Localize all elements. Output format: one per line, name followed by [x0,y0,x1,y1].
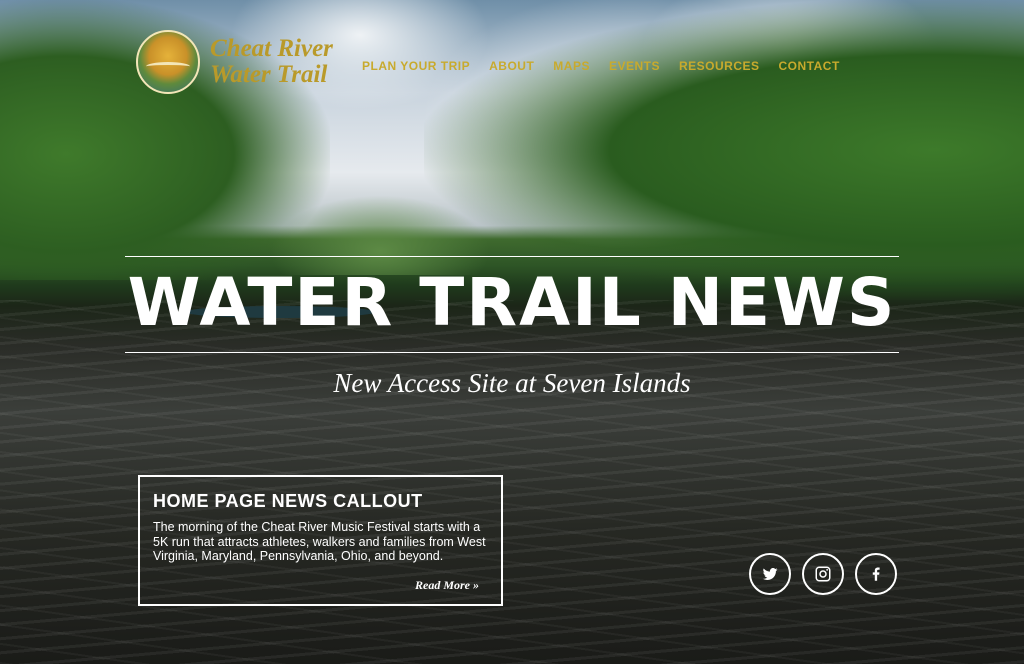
featured-news-link[interactable]: New Access Site at Seven Islands [120,368,904,399]
headline-top-rule [125,256,899,257]
site-logo[interactable]: Cheat River Water Trail [136,30,333,94]
callout-title: HOME PAGE NEWS CALLOUT [153,491,423,511]
tree-line-right [424,0,1024,300]
nav-item-maps[interactable]: MAPS [553,59,590,73]
logo-title-line1: Cheat River [210,35,333,62]
nav-item-plan-your-trip[interactable]: PLAN YOUR TRIP [362,59,470,73]
logo-wordmark: Cheat River Water Trail [210,36,333,88]
twitter-icon [762,568,778,580]
news-callout: HOME PAGE NEWS CALLOUT The morning of th… [138,475,503,606]
logo-title-line2: Water Trail [210,61,328,88]
logo-emblem-icon [136,30,200,94]
nav-item-contact[interactable]: CONTACT [779,59,840,73]
facebook-icon [872,567,880,581]
callout-body: The morning of the Cheat River Music Fes… [153,520,486,563]
instagram-button[interactable] [802,553,844,595]
instagram-icon [815,566,831,582]
facebook-button[interactable] [855,553,897,595]
twitter-button[interactable] [749,553,791,595]
social-links [749,553,908,595]
main-nav: PLAN YOUR TRIP ABOUT MAPS EVENTS RESOURC… [362,59,859,73]
read-more-link[interactable]: Read More » [415,578,479,593]
nav-item-events[interactable]: EVENTS [609,59,660,73]
headline-bottom-rule [125,352,899,353]
nav-item-about[interactable]: ABOUT [489,59,534,73]
page-headline: WATER TRAIL NEWS [127,264,897,341]
nav-item-resources[interactable]: RESOURCES [679,59,760,73]
